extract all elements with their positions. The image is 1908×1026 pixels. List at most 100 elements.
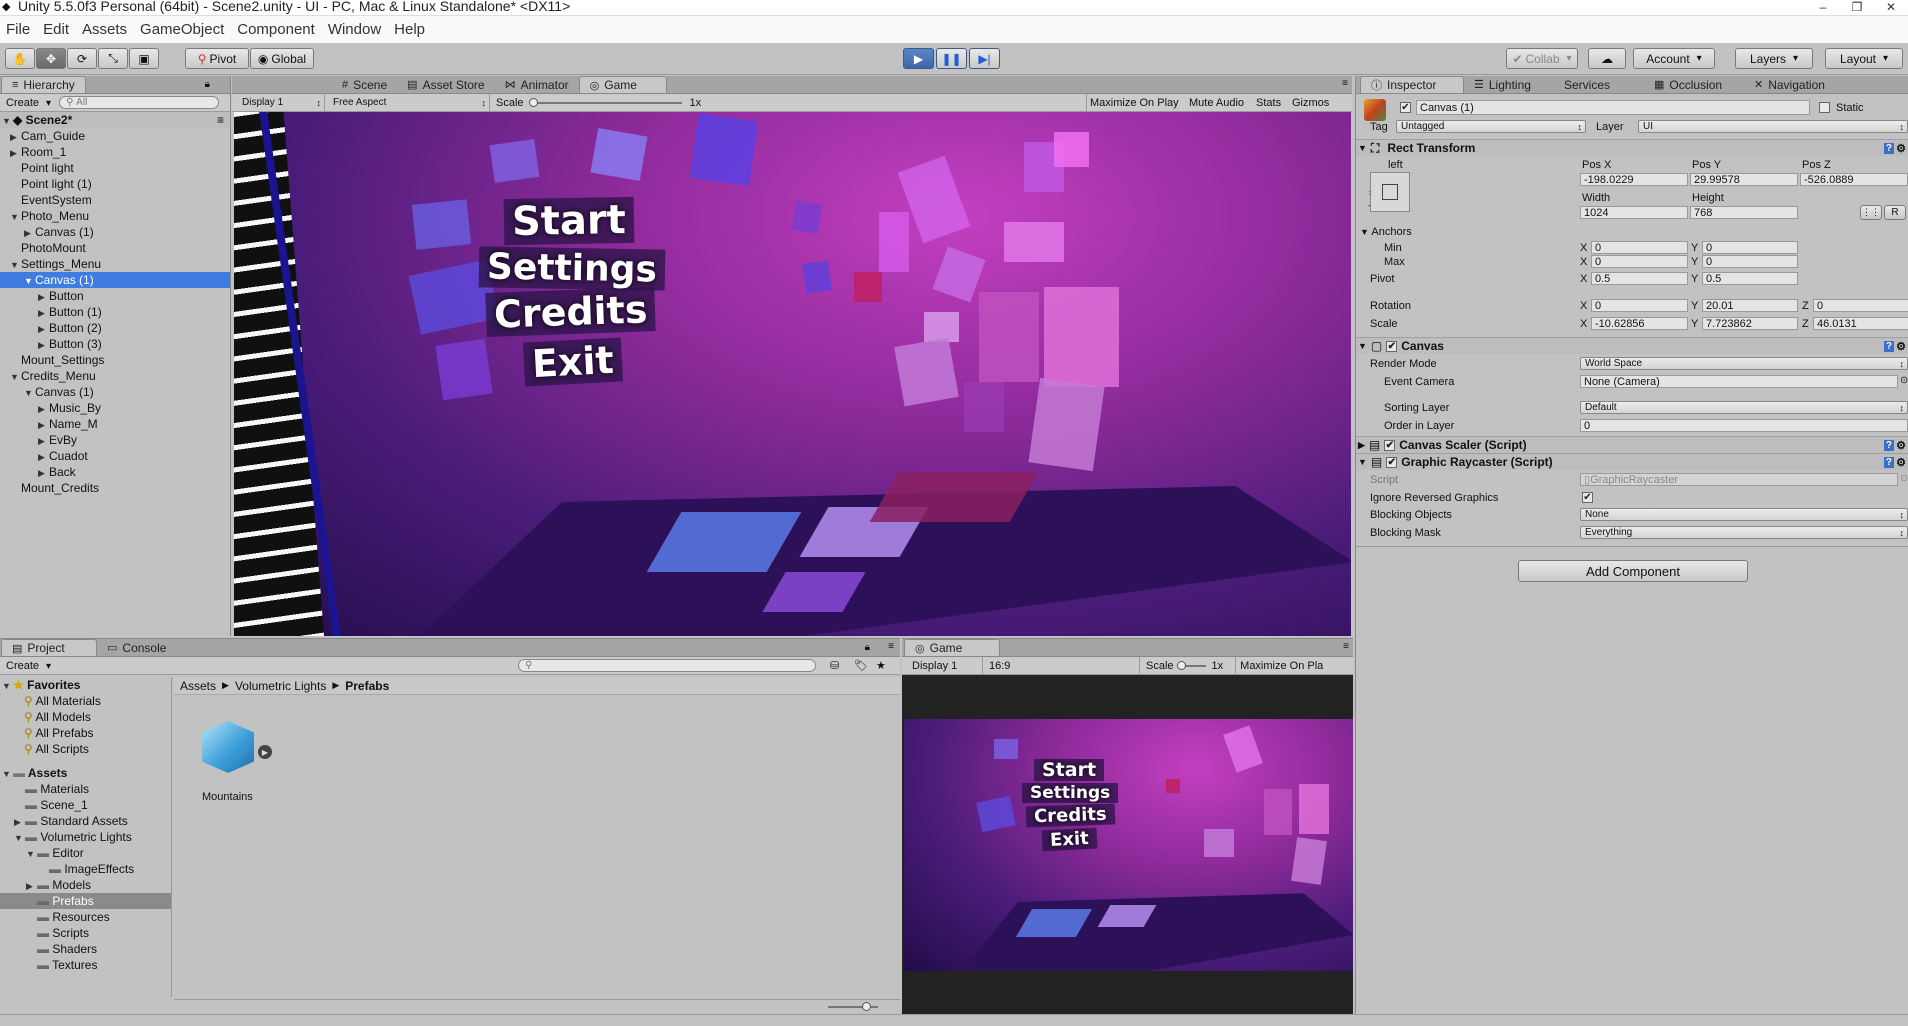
lock-icon[interactable]: 🔒︎ bbox=[205, 79, 210, 90]
settings-gear-icon[interactable]: ⚙ bbox=[1896, 142, 1906, 155]
canvas-scaler-checkbox[interactable]: ✔ bbox=[1384, 439, 1396, 451]
hierarchy-create-button[interactable]: Create bbox=[0, 97, 55, 109]
aspect-dropdown-2[interactable]: 16:9 bbox=[989, 660, 1139, 672]
scale-tool-icon[interactable]: ⤡ bbox=[98, 48, 128, 69]
hierarchy-item[interactable]: ▶ Music_By bbox=[0, 400, 230, 416]
panel-menu-icon[interactable]: ≡ bbox=[888, 641, 894, 652]
object-name-field[interactable]: Canvas (1) bbox=[1416, 100, 1810, 115]
foldout-arrow-icon[interactable]: ▶ bbox=[10, 129, 21, 145]
icon-size-slider-thumb[interactable] bbox=[862, 1002, 871, 1011]
panel-menu-icon[interactable]: ≡ bbox=[1343, 641, 1349, 652]
favorites-foldout[interactable]: ▼ ★ Favorites bbox=[0, 677, 171, 693]
foldout-arrow-icon[interactable]: ▼ bbox=[24, 385, 35, 401]
project-folder-item[interactable]: ▬ Prefabs bbox=[0, 893, 171, 909]
project-folder-item[interactable]: ▬ Scripts bbox=[0, 925, 171, 941]
hierarchy-item[interactable]: ▶ Button (2) bbox=[0, 320, 230, 336]
hierarchy-item[interactable]: Mount_Settings bbox=[0, 352, 230, 368]
scale-y-field[interactable]: 7.723862 bbox=[1702, 317, 1798, 330]
tab-services[interactable]: Services bbox=[1554, 76, 1644, 93]
favorite-item[interactable]: ⚲ All Prefabs bbox=[0, 725, 171, 741]
project-create-button[interactable]: Create bbox=[0, 660, 55, 672]
posz-field[interactable]: -526.0889 bbox=[1800, 173, 1908, 186]
blocking-objects-dropdown[interactable]: None bbox=[1580, 508, 1908, 521]
menu-assets[interactable]: Assets bbox=[76, 21, 134, 38]
foldout-arrow-icon[interactable]: ▼ bbox=[10, 257, 21, 273]
hierarchy-item[interactable]: Point light bbox=[0, 160, 230, 176]
scale-slider[interactable] bbox=[528, 97, 682, 107]
hierarchy-item[interactable]: ▶ Cuadot bbox=[0, 448, 230, 464]
foldout-arrow-icon[interactable]: ▶ bbox=[38, 305, 49, 321]
foldout-arrow-icon[interactable]: ▶ bbox=[26, 878, 37, 894]
gizmos-dropdown[interactable]: Gizmos bbox=[1292, 97, 1329, 109]
minimize-button[interactable]: – bbox=[1806, 0, 1840, 14]
posx-field[interactable]: -198.0229 bbox=[1580, 173, 1688, 186]
foldout-arrow-icon[interactable]: ▶ bbox=[24, 225, 35, 241]
foldout-arrow-icon[interactable]: ▼ bbox=[2, 766, 13, 782]
hierarchy-item[interactable]: Mount_Credits bbox=[0, 480, 230, 496]
menu-file[interactable]: File bbox=[0, 21, 37, 38]
foldout-arrow-icon[interactable]: ▼ bbox=[10, 369, 21, 385]
hierarchy-item[interactable]: ▶ Button (3) bbox=[0, 336, 230, 352]
menu-component[interactable]: Component bbox=[231, 21, 322, 38]
rotation-x-field[interactable]: 0 bbox=[1591, 299, 1688, 312]
menu-edit[interactable]: Edit bbox=[37, 21, 76, 38]
icon-size-slider[interactable] bbox=[828, 1002, 878, 1011]
mute-audio-toggle[interactable]: Mute Audio bbox=[1189, 97, 1244, 109]
tab-game-2[interactable]: ◎ Game bbox=[904, 639, 1000, 656]
event-camera-field[interactable]: None (Camera) bbox=[1580, 375, 1898, 388]
foldout-arrow-icon[interactable]: ▶ bbox=[38, 401, 49, 417]
game2-credits-button[interactable]: Credits bbox=[1025, 803, 1116, 828]
graphic-raycaster-checkbox[interactable]: ✔ bbox=[1386, 456, 1398, 468]
tab-console[interactable]: ▭ Console bbox=[97, 639, 176, 656]
pivot-toggle[interactable]: ⚲ Pivot bbox=[185, 48, 249, 69]
active-checkbox[interactable]: ✔ bbox=[1400, 102, 1411, 113]
game2-exit-button[interactable]: Exit bbox=[1041, 827, 1098, 852]
foldout-arrow-icon[interactable]: ▶ bbox=[38, 449, 49, 465]
favorite-item[interactable]: ⚲ All Materials bbox=[0, 693, 171, 709]
scene-root[interactable]: ▼ ◆ Scene2* ≡ bbox=[0, 112, 230, 128]
expand-arrow-icon[interactable]: ▶ bbox=[258, 745, 272, 759]
help-icon[interactable]: ? bbox=[1883, 456, 1894, 468]
hierarchy-item[interactable]: ▶ Button (1) bbox=[0, 304, 230, 320]
stats-toggle[interactable]: Stats bbox=[1256, 97, 1281, 109]
hierarchy-item[interactable]: ▶ Room_1 bbox=[0, 144, 230, 160]
settings-gear-icon[interactable]: ⚙ bbox=[1896, 439, 1906, 452]
ignore-reversed-checkbox[interactable]: ✔ bbox=[1582, 492, 1593, 503]
lock-icon[interactable]: 🔒︎ bbox=[865, 642, 870, 653]
project-folder-item[interactable]: ▬ Textures bbox=[0, 957, 171, 973]
rect-tool-icon[interactable]: ▣ bbox=[129, 48, 159, 69]
canvas-scaler-header[interactable]: ▶ ▤ ✔ Canvas Scaler (Script) ? ⚙ bbox=[1356, 436, 1908, 453]
foldout-arrow-icon[interactable]: ▼ bbox=[10, 209, 21, 225]
filter-by-type-icon[interactable]: ⛁ bbox=[830, 659, 839, 672]
hierarchy-item[interactable]: ▼ Photo_Menu bbox=[0, 208, 230, 224]
collab-button[interactable]: ✔ Collab bbox=[1506, 48, 1578, 69]
hierarchy-item[interactable]: Point light (1) bbox=[0, 176, 230, 192]
tab-game[interactable]: ◎ Game bbox=[578, 76, 667, 93]
tab-inspector[interactable]: ⓘ Inspector bbox=[1360, 76, 1464, 93]
rect-transform-header[interactable]: ▼ ⛶ Rect Transform ? ⚙ bbox=[1356, 139, 1908, 156]
min-y-field[interactable]: 0 bbox=[1702, 241, 1798, 254]
foldout-arrow-icon[interactable]: ▶ bbox=[38, 321, 49, 337]
rotation-z-field[interactable]: 0 bbox=[1813, 299, 1908, 312]
project-folder-item[interactable]: ▬ ImageEffects bbox=[0, 861, 171, 877]
hierarchy-item[interactable]: ▶ Back bbox=[0, 464, 230, 480]
project-folder-item[interactable]: ▬ Scene_1 bbox=[0, 797, 171, 813]
hierarchy-item[interactable]: EventSystem bbox=[0, 192, 230, 208]
favorite-item[interactable]: ⚲ All Scripts bbox=[0, 741, 171, 757]
game-viewport[interactable]: Start Settings Credits Exit bbox=[234, 112, 1351, 636]
scale-slider-thumb[interactable] bbox=[528, 97, 538, 107]
rotate-tool-icon[interactable]: ⟳ bbox=[67, 48, 97, 69]
foldout-arrow-icon[interactable]: ▼ bbox=[14, 830, 25, 846]
hierarchy-search-input[interactable]: ⚲ All bbox=[59, 96, 220, 109]
hierarchy-item[interactable]: ▼ Settings_Menu bbox=[0, 256, 230, 272]
pivot-y-field[interactable]: 0.5 bbox=[1702, 272, 1798, 285]
foldout-arrow-icon[interactable]: ▶ bbox=[14, 814, 25, 830]
width-field[interactable]: 1024 bbox=[1580, 206, 1688, 219]
hierarchy-item[interactable]: PhotoMount bbox=[0, 240, 230, 256]
anchors-foldout[interactable]: ▼ Anchors bbox=[1360, 226, 1412, 238]
object-picker-icon[interactable]: ⊙ bbox=[1900, 375, 1908, 386]
scale-x-field[interactable]: -10.62856 bbox=[1591, 317, 1688, 330]
hierarchy-item[interactable]: ▶ EvBy bbox=[0, 432, 230, 448]
foldout-arrow-icon[interactable]: ▶ bbox=[38, 289, 49, 305]
foldout-arrow-icon[interactable]: ▶ bbox=[38, 433, 49, 449]
